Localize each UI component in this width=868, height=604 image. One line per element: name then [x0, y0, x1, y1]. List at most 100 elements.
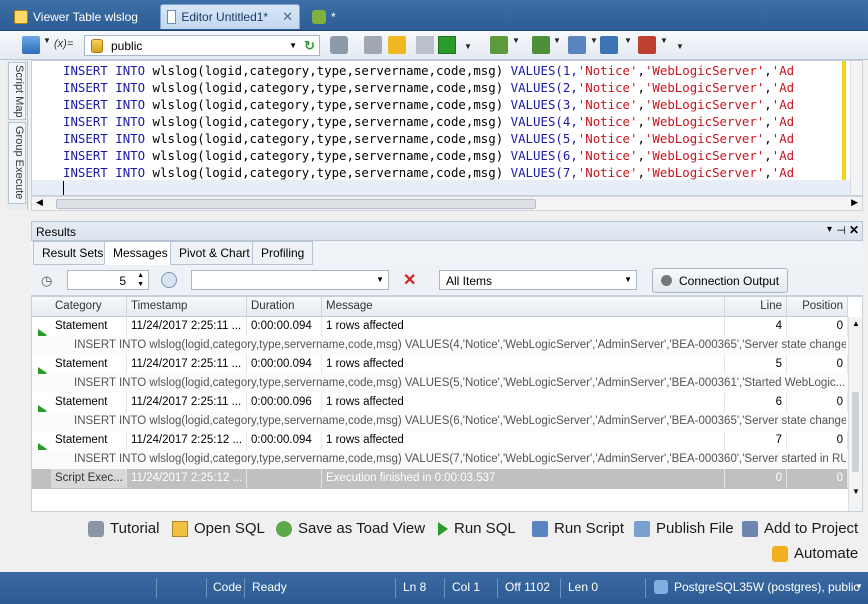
code-token: 'Notice'	[577, 63, 638, 78]
pin-icon[interactable]: ⊣	[836, 224, 846, 237]
col-duration[interactable]: Duration	[247, 297, 322, 317]
tab-result-sets[interactable]: Result Sets	[33, 241, 113, 265]
open-sql-link[interactable]: Open SQL	[172, 520, 265, 537]
chevron-down-icon[interactable]: ▼	[855, 582, 863, 591]
code-token: wlslog(logid,category,type,servername,co…	[152, 63, 504, 78]
export-icon[interactable]	[490, 36, 508, 54]
col-position[interactable]: Position	[787, 297, 848, 317]
save-toad-view-link[interactable]: Save as Toad View	[276, 520, 425, 537]
code-token: 'WebLogicServer'	[644, 165, 765, 180]
code-token: ,	[637, 165, 645, 180]
code-token: INTO	[115, 97, 146, 112]
table-row-detail[interactable]: INSERT INTO wlslog(logid,category,type,s…	[32, 374, 848, 393]
database-icon	[91, 38, 103, 53]
tab-pivot-chart[interactable]: Pivot & Chart	[170, 241, 259, 265]
col-timestamp[interactable]: Timestamp	[127, 297, 247, 317]
run-script-link[interactable]: Run Script	[532, 520, 624, 537]
scroll-up-icon[interactable]: ▲	[852, 319, 860, 328]
cell-message: 1 rows affected	[322, 355, 725, 374]
editor-vertical-scrollbar[interactable]	[850, 61, 862, 195]
run-sql-link[interactable]: Run SQL	[438, 520, 516, 537]
table-row[interactable]: Statement 11/24/2017 2:25:11 ... 0:00:00.0…	[32, 355, 848, 374]
tab-label: Editor Untitled1*	[181, 10, 269, 24]
group-execute-tab[interactable]: Group Execute	[8, 122, 26, 204]
schema-select[interactable]: public ▼ ↻	[84, 35, 320, 56]
chevron-down-icon[interactable]: ▼	[590, 36, 598, 45]
tab-profiling[interactable]: Profiling	[252, 241, 314, 265]
filter-icon[interactable]	[161, 272, 177, 288]
add-to-project-link[interactable]: Add to Project	[742, 520, 858, 537]
step-icon[interactable]	[416, 36, 434, 54]
grid-vertical-scrollbar[interactable]: ▲ ▼	[848, 317, 862, 511]
more-icon[interactable]: ▼	[676, 42, 684, 51]
publish-icon	[634, 520, 650, 537]
chevron-down-icon[interactable]: ▼	[464, 42, 472, 51]
explain-icon[interactable]	[364, 36, 382, 54]
variables-button[interactable]: (x)=	[54, 38, 73, 50]
scroll-down-icon[interactable]: ▼	[852, 487, 860, 496]
publish-file-label: Publish File	[656, 520, 734, 537]
chevron-down-icon[interactable]: ▾	[827, 224, 832, 235]
chevron-down-icon[interactable]: ▼	[43, 36, 51, 45]
tab-label: *	[331, 9, 336, 24]
col-message[interactable]: Message	[322, 297, 725, 317]
close-icon[interactable]: ✕	[849, 223, 859, 237]
cell-position: 0	[787, 431, 848, 450]
automate-link[interactable]: Automate	[772, 545, 858, 562]
chevron-down-icon[interactable]: ▼	[660, 36, 668, 45]
table-row[interactable]: Statement 11/24/2017 2:25:12 ... 0:00:00.0…	[32, 431, 848, 450]
script-map-tab[interactable]: Script Map	[8, 62, 26, 120]
table-row-detail[interactable]: INSERT INTO wlslog(logid,category,type,s…	[32, 450, 848, 469]
execute-icon[interactable]	[388, 36, 406, 54]
col-line[interactable]: Line	[725, 297, 787, 317]
code-token: wlslog(logid,category,type,servername,co…	[152, 148, 504, 163]
tab-editor-untitled[interactable]: Editor Untitled1* ✕	[160, 4, 300, 29]
table-row[interactable]: Statement 11/24/2017 2:25:11 ... 0:00:00.0…	[32, 393, 848, 412]
run-icon[interactable]	[438, 36, 456, 54]
chevron-down-icon[interactable]: ▼	[553, 36, 561, 45]
tutorial-link[interactable]: Tutorial	[88, 520, 159, 537]
code-token: VALUES(7,	[510, 165, 578, 180]
editor-horizontal-scrollbar[interactable]: ◀ ▶	[31, 196, 863, 211]
change-marker	[842, 61, 846, 180]
scroll-right-icon[interactable]: ▶	[851, 197, 858, 208]
tab-query-builder[interactable]: *	[306, 4, 342, 29]
scroll-thumb[interactable]	[852, 392, 859, 472]
connection-output-button[interactable]: Connection Output	[652, 268, 788, 293]
table-row-final[interactable]: Script Exec... 11/24/2017 2:25:12 ... Ex…	[32, 469, 848, 489]
refresh-icon[interactable]: ↻	[304, 38, 315, 54]
code-token: ,	[637, 80, 645, 95]
import-icon[interactable]	[532, 36, 550, 54]
connection-icon[interactable]	[22, 36, 40, 54]
code-token: 'WebLogicServer'	[644, 97, 765, 112]
scroll-left-icon[interactable]: ◀	[36, 197, 43, 208]
spinner-value: 5	[119, 274, 126, 288]
tab-viewer-table[interactable]: Viewer Table wlslog	[8, 4, 144, 29]
cell-message: 1 rows affected	[322, 393, 725, 412]
format-icon[interactable]	[330, 36, 348, 54]
save-toad-label: Save as Toad View	[298, 520, 426, 537]
table-row-detail[interactable]: INSERT INTO wlslog(logid,category,type,s…	[32, 336, 848, 355]
tab-messages[interactable]: Messages	[104, 241, 177, 265]
close-icon[interactable]: ✕	[282, 9, 293, 25]
scroll-thumb[interactable]	[56, 199, 536, 209]
chevron-down-icon[interactable]: ▼	[624, 36, 632, 45]
table-row-detail[interactable]: INSERT INTO wlslog(logid,category,type,s…	[32, 412, 848, 431]
open-sql-label: Open SQL	[194, 520, 265, 537]
table-row[interactable]: Statement 11/24/2017 2:25:11 ... 0:00:00.0…	[32, 317, 848, 336]
cell-position: 0	[787, 469, 848, 488]
template-icon[interactable]	[600, 36, 618, 54]
compare-icon[interactable]	[568, 36, 586, 54]
sql-editor[interactable]: INSERT INTO wlslog(logid,category,type,s…	[31, 60, 863, 196]
message-filter-combo[interactable]: ▼	[191, 270, 389, 290]
col-category[interactable]: Category	[51, 297, 127, 317]
items-filter-combo[interactable]: All Items ▼	[439, 270, 637, 290]
spinner-arrows-icon[interactable]: ▲ ▼	[137, 271, 144, 289]
publish-file-link[interactable]: Publish File	[634, 520, 734, 537]
cell-sql: INSERT INTO wlslog(logid,category,type,s…	[74, 415, 846, 427]
status-connection[interactable]: PostgreSQL35W (postgres), public	[674, 580, 859, 594]
chevron-down-icon[interactable]: ▼	[512, 36, 520, 45]
chart-icon[interactable]	[638, 36, 656, 54]
rows-spinner[interactable]: 5 ▲ ▼	[67, 270, 149, 290]
clear-icon[interactable]: ✕	[403, 270, 416, 290]
